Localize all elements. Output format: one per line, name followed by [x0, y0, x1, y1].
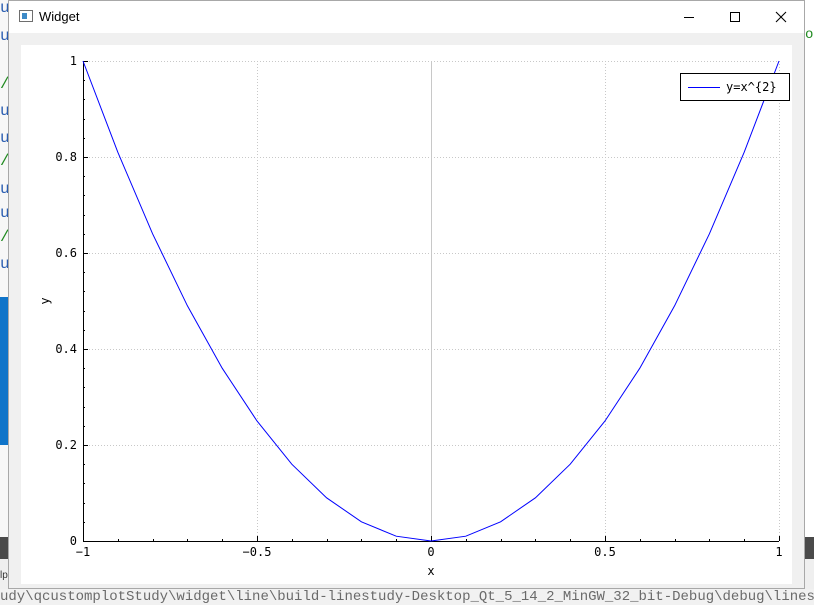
- y-tick-label: 0.6: [55, 246, 77, 260]
- x-tick-label: 0: [427, 545, 434, 559]
- background-right-char: o: [805, 27, 814, 43]
- title-bar[interactable]: Widget: [9, 1, 804, 33]
- y-tick-label: 1: [70, 54, 77, 68]
- close-button[interactable]: [758, 1, 804, 33]
- legend-label: y=x^{2}: [726, 80, 777, 94]
- x-tick-label: −1: [76, 545, 90, 559]
- y-tick-label: 0.2: [55, 438, 77, 452]
- x-tick-label: 0.5: [594, 545, 616, 559]
- x-tick-label: −0.5: [243, 545, 272, 559]
- minimize-icon: [684, 17, 694, 18]
- window-app-icon[interactable]: [19, 10, 33, 22]
- y-tick-label: 0.4: [55, 342, 77, 356]
- background-output-path: udy\qcustomplotStudy\widget\line\build-l…: [0, 589, 814, 605]
- x-tick-label: 1: [775, 545, 782, 559]
- custom-plot[interactable]: −1 −0.5 0 0.5 1 0 0.2 0.4 0.6 0.8 1 x y y=x^{2}: [21, 45, 792, 584]
- y-axis-label: y: [38, 297, 52, 304]
- x-axis-label: x: [427, 564, 434, 578]
- background-left-tag: lp: [0, 570, 8, 581]
- minimize-button[interactable]: [666, 1, 712, 33]
- window-title: Widget: [39, 9, 80, 24]
- widget-window: Widget −1 −0.5 0 0.5 1 0 0.2 0.4 0.6 0.8 1 x y y=x^{2…: [8, 0, 805, 589]
- maximize-button[interactable]: [712, 1, 758, 33]
- maximize-icon: [730, 12, 740, 22]
- y-tick-label: 0.8: [55, 150, 77, 164]
- plot-widget[interactable]: −1 −0.5 0 0.5 1 0 0.2 0.4 0.6 0.8 1 x y y=x^{2}: [21, 45, 792, 584]
- y-tick-label: 0: [70, 534, 77, 548]
- background-blue-panel: [0, 297, 8, 445]
- close-icon: [775, 11, 787, 23]
